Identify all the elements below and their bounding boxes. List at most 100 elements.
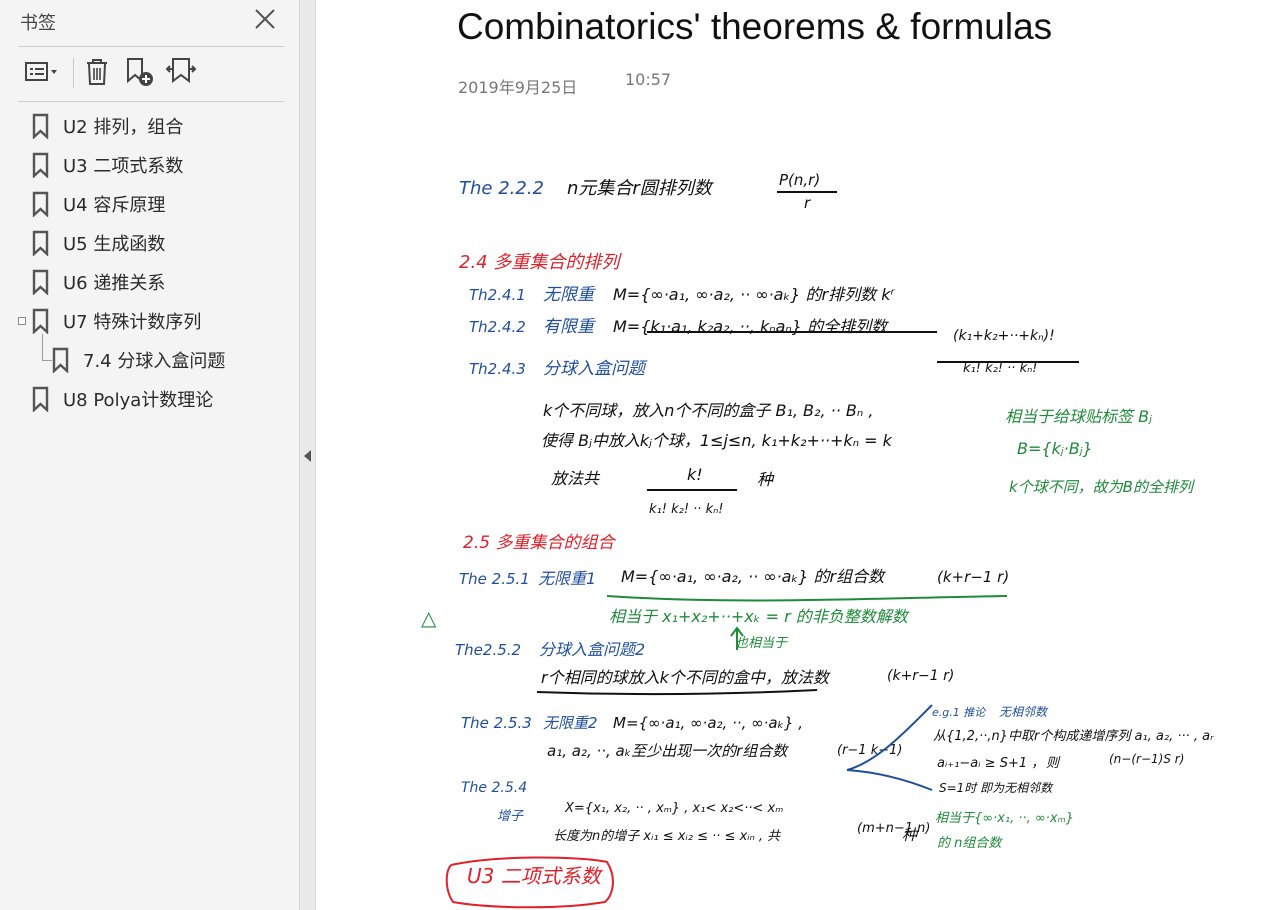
note-line: r个相同的球放入k个不同的盒中，放法数 bbox=[541, 668, 831, 687]
bookmark-icon bbox=[32, 113, 49, 139]
note-line: 种 bbox=[902, 826, 919, 844]
page-time: 10:57 bbox=[625, 70, 672, 89]
note-line: 相当于给球贴标签 Bⱼ bbox=[1005, 407, 1152, 426]
note-line: k! bbox=[687, 465, 703, 484]
note-line: n元集合r圆排列数 bbox=[567, 178, 714, 199]
list-options-icon bbox=[25, 62, 57, 81]
note-line: M={∞·a₁, ∞·a₂, ·· ∞·aₖ} 的r排列数 kʳ bbox=[613, 285, 895, 304]
trash-icon bbox=[87, 59, 107, 85]
note-line: 无限重2 bbox=[543, 714, 598, 732]
note-line: (r−1 k−1) bbox=[837, 743, 902, 758]
note-line: M={∞·a₁, ∞·a₂, ·· ∞·aₖ} 的r组合数 bbox=[621, 567, 886, 586]
underline bbox=[536, 689, 818, 696]
note-line: The 2.5.3 bbox=[461, 714, 532, 732]
toolbar-divider bbox=[73, 58, 74, 88]
note-line: 无限重 bbox=[543, 285, 596, 305]
note-line: 放法共 bbox=[551, 469, 601, 488]
collapse-arrow-icon[interactable] bbox=[304, 450, 311, 462]
note-line: M={k₁·a₁, k₂a₂, ··, kₙaₙ} 的全排列数 bbox=[613, 317, 889, 336]
note-line: k₁! k₂! ·· kₙ! bbox=[963, 361, 1038, 376]
note-line: 也相当于 bbox=[735, 636, 788, 651]
bookmark-label: U3 二项式系数 bbox=[63, 156, 184, 177]
note-line: aᵢ₊₁−aᵢ ≥ S+1 ， bbox=[937, 756, 1044, 771]
bookmark-item[interactable]: U7 特殊计数序列 bbox=[30, 306, 201, 336]
bookmark-item[interactable]: U2 排列，组合 bbox=[30, 111, 183, 141]
add-bookmark-button[interactable] bbox=[122, 56, 156, 88]
note-line: The 2.5.4 bbox=[461, 780, 527, 796]
note-line: The 2.2.2 bbox=[459, 178, 544, 199]
handwritten-notes: The 2.2.2 n元集合r圆排列数 P(n,r) r 2.4 多重集合的排列 Th2.… bbox=[421, 171, 1214, 909]
collapse-toggle[interactable] bbox=[18, 317, 26, 325]
note-line: (k₁+k₂+··+kₙ)! bbox=[953, 328, 1055, 344]
find-bookmark-button[interactable] bbox=[164, 56, 198, 88]
note-line: 分球入盒问题2 bbox=[539, 640, 645, 659]
note-line: k个不同球，放入n个不同的盒子 B₁, B₂, ·· Bₙ , bbox=[543, 401, 873, 420]
note-line: 相当于 x₁+x₂+··+xₖ = r 的非负整数解数 bbox=[609, 607, 910, 626]
note-line: (k+r−1 r) bbox=[887, 668, 954, 684]
note-line: 无限重1 bbox=[538, 569, 596, 588]
close-icon[interactable] bbox=[252, 6, 278, 32]
note-line: 的 n组合数 bbox=[937, 836, 1003, 851]
note-line: B={kⱼ·Bⱼ} bbox=[1017, 439, 1093, 458]
note-line: (m+n−1 n) bbox=[857, 821, 930, 836]
bookmark-item[interactable]: 7.4 分球入盒问题 bbox=[50, 345, 225, 375]
bookmarks-panel: 书签 U2 排列，组合 U3 二项式系数 U4 容斥原理 U5 生成函数 U6 … bbox=[0, 0, 300, 910]
bookmark-item[interactable]: U3 二项式系数 bbox=[30, 150, 183, 180]
note-line: M={∞·a₁, ∞·a₂, ··, ∞·aₖ} , bbox=[613, 714, 803, 732]
bookmark-item[interactable]: U4 容斥原理 bbox=[30, 189, 165, 219]
options-button[interactable] bbox=[22, 56, 62, 88]
note-line: 从{1,2,··,n}中取r个构成递增序列 a₁, a₂, ··· , aᵣ bbox=[933, 729, 1214, 744]
bookmark-label: U6 递推关系 bbox=[63, 273, 166, 294]
bookmark-icon bbox=[32, 152, 49, 178]
note-line: k₁! k₂! ·· kₙ! bbox=[649, 502, 724, 517]
tree-line bbox=[42, 334, 43, 360]
note-line: 则 bbox=[1046, 756, 1061, 771]
note-line: P(n,r) bbox=[779, 171, 820, 189]
bookmark-label: U7 特殊计数序列 bbox=[63, 312, 202, 333]
note-line: 有限重 bbox=[543, 317, 596, 337]
note-line: The2.5.2 bbox=[455, 641, 521, 659]
bookmark-add-icon bbox=[127, 58, 153, 86]
bookmark-label: U2 排列，组合 bbox=[63, 117, 184, 138]
divider bbox=[18, 101, 284, 102]
note-line: 相当于{∞·x₁, ··, ∞·xₘ} bbox=[935, 811, 1074, 826]
note-line: X={x₁, x₂, ·· , xₘ} , x₁< x₂<··< xₘ bbox=[564, 801, 783, 816]
note-line: r bbox=[804, 194, 811, 212]
bookmark-label: U5 生成函数 bbox=[63, 234, 166, 255]
note-line: Th2.4.2 bbox=[469, 318, 526, 336]
note-line: 2.5 多重集合的组合 bbox=[463, 533, 616, 553]
note-line: 2.4 多重集合的排列 bbox=[459, 252, 622, 273]
note-line: 增子 bbox=[497, 809, 524, 824]
brace-line bbox=[846, 769, 933, 791]
bookmark-label: U8 Polya计数理论 bbox=[63, 390, 214, 411]
bookmark-item[interactable]: U5 生成函数 bbox=[30, 228, 165, 258]
note-line: k个球不同，故为B的全排列 bbox=[1009, 478, 1195, 496]
note-line: △ bbox=[421, 606, 437, 630]
bookmark-label: 7.4 分球入盒问题 bbox=[83, 351, 226, 372]
brace-line bbox=[846, 704, 933, 771]
bookmark-icon bbox=[32, 308, 49, 334]
note-line: 无相邻数 bbox=[999, 705, 1049, 719]
delete-bookmark-button[interactable] bbox=[82, 56, 112, 88]
bookmark-find-icon bbox=[165, 58, 197, 83]
note-line: 分球入盒问题 bbox=[543, 359, 648, 379]
note-line: 长度为n的增子 xᵢ₁ ≤ xᵢ₂ ≤ ·· ≤ xᵢₙ , 共 bbox=[553, 829, 781, 844]
note-line: 使得 Bⱼ中放入kⱼ个球，1≤j≤n, k₁+k₂+··+kₙ = k bbox=[541, 431, 893, 450]
page-date: 2019年9月25日 bbox=[458, 78, 578, 97]
bookmark-icon bbox=[32, 269, 49, 295]
document-page: Combinatorics' theorems & formulas 2019年… bbox=[317, 0, 1287, 910]
bookmark-item[interactable]: U6 递推关系 bbox=[30, 267, 165, 297]
underline bbox=[606, 595, 1008, 602]
bookmark-icon bbox=[32, 230, 49, 256]
note-line: 种 bbox=[757, 470, 775, 489]
bookmark-label: U4 容斥原理 bbox=[63, 195, 166, 216]
bookmark-item[interactable]: U8 Polya计数理论 bbox=[30, 384, 213, 414]
note-line: The 2.5.1 bbox=[459, 570, 530, 588]
bookmark-icon bbox=[52, 347, 69, 373]
bookmark-icon bbox=[32, 191, 49, 217]
note-line: e.g.1 推论 bbox=[932, 706, 987, 719]
panel-splitter[interactable] bbox=[300, 0, 316, 910]
note-line: S=1时 即为无相邻数 bbox=[939, 781, 1054, 795]
page-title: Combinatorics' theorems & formulas bbox=[457, 6, 1053, 47]
divider bbox=[18, 46, 284, 47]
